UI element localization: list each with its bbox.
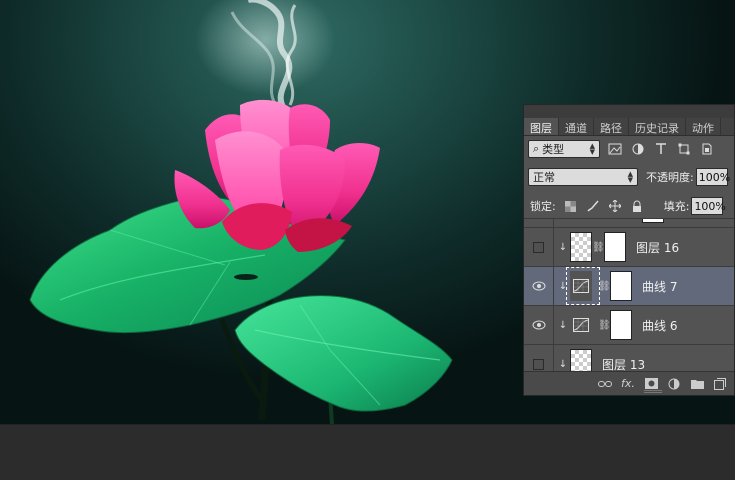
- lock-brush-icon[interactable]: [586, 199, 600, 213]
- layer-row[interactable]: ↓ ⛓ 图层 16: [524, 228, 734, 267]
- filter-kind-label: 类型: [542, 143, 565, 156]
- blend-row: 正常 ▲ ▼ 不透明度: 100%: [524, 166, 734, 188]
- visibility-toggle[interactable]: [524, 267, 554, 305]
- lock-row: 锁定: 填充: 100%: [524, 195, 734, 217]
- adjustment-icon[interactable]: [666, 377, 682, 391]
- dropdown-arrows-icon: ▲ ▼: [589, 142, 595, 156]
- layer-mask-thumbnail[interactable]: [610, 271, 632, 301]
- panel-footer: fx.: [524, 371, 734, 395]
- lock-transparent-icon[interactable]: [564, 199, 578, 213]
- layer-row-selected[interactable]: ↓ ⛓ 曲线 7: [524, 267, 734, 306]
- layer-name[interactable]: 曲线 6: [642, 317, 677, 334]
- layer-mask-thumbnail[interactable]: [604, 232, 626, 262]
- layers-list[interactable]: ↓ ⛓ 图层 16 ↓ ⛓ 曲线 7 ↓ ⛓ 曲线 6 ↓ 图层 13: [524, 218, 734, 371]
- curves-adjustment-icon: [566, 267, 600, 305]
- layer-row-partial[interactable]: [524, 219, 734, 228]
- blend-mode-value: 正常: [533, 171, 555, 184]
- lock-label: 锁定:: [530, 200, 556, 213]
- tab-actions[interactable]: 动作: [686, 118, 721, 135]
- visibility-toggle[interactable]: [524, 345, 554, 371]
- text-filter-icon[interactable]: [653, 142, 669, 156]
- layer-name[interactable]: 图层 13: [602, 356, 645, 372]
- layer-thumbnail: [570, 349, 592, 371]
- eye-icon: [532, 320, 545, 330]
- layer-filter-row: ⌕ 类型 ▲ ▼: [524, 138, 734, 160]
- selection-border: [566, 267, 600, 305]
- adjust-filter-icon[interactable]: [630, 142, 646, 156]
- blend-mode-dropdown[interactable]: 正常 ▲ ▼: [528, 168, 638, 186]
- search-icon: ⌕: [533, 142, 540, 155]
- tab-paths[interactable]: 路径: [594, 118, 629, 135]
- fill-label: 填充:: [663, 200, 690, 213]
- layer-name[interactable]: 图层 16: [636, 239, 679, 256]
- eye-icon: [532, 281, 545, 291]
- visibility-off-icon: [533, 241, 544, 253]
- mask-icon[interactable]: [643, 377, 659, 391]
- panel-tabs: 图层 通道 路径 历史记录 动作: [524, 118, 734, 136]
- lock-move-icon[interactable]: [608, 199, 622, 213]
- visibility-toggle[interactable]: [524, 306, 554, 344]
- tab-layers[interactable]: 图层: [524, 118, 559, 135]
- link-icon[interactable]: ⛓: [598, 320, 611, 331]
- lock-all-icon[interactable]: [630, 199, 644, 213]
- tab-channels[interactable]: 通道: [559, 118, 594, 135]
- layer-name[interactable]: 曲线 7: [642, 278, 677, 295]
- curves-adjustment-icon: [570, 310, 592, 340]
- smart-filter-icon[interactable]: [699, 142, 715, 156]
- layer-thumbnail: [642, 219, 664, 223]
- clipping-arrow-icon: ↓: [558, 358, 568, 370]
- panel-titlebar[interactable]: [524, 105, 734, 118]
- layer-thumbnail: [570, 232, 592, 262]
- new-layer-icon[interactable]: [712, 377, 728, 391]
- resize-grip[interactable]: [644, 390, 662, 393]
- image-filter-icon[interactable]: [607, 142, 623, 156]
- fill-field[interactable]: 100%: [691, 197, 726, 215]
- layer-mask-thumbnail[interactable]: [610, 310, 632, 340]
- dropdown-arrows-icon: ▲ ▼: [627, 170, 633, 184]
- tab-history[interactable]: 历史记录: [629, 118, 686, 135]
- layer-row[interactable]: ↓ ⛓ 曲线 6: [524, 306, 734, 345]
- fx-icon[interactable]: fx.: [620, 377, 636, 391]
- layer-row[interactable]: ↓ 图层 13: [524, 345, 734, 371]
- visibility-off-icon: [533, 358, 544, 370]
- link-icon[interactable]: [597, 377, 613, 391]
- status-bar: [0, 424, 735, 480]
- visibility-toggle[interactable]: [524, 228, 554, 266]
- link-icon[interactable]: ⛓: [592, 242, 605, 253]
- opacity-field[interactable]: 100%: [695, 168, 730, 186]
- filter-kind-dropdown[interactable]: ⌕ 类型 ▲ ▼: [528, 140, 600, 158]
- opacity-label: 不透明度:: [646, 171, 694, 184]
- layers-panel: 图层 通道 路径 历史记录 动作 ⌕ 类型 ▲ ▼ 正常 ▲ ▼ 不透明度: 1…: [523, 104, 735, 396]
- clipping-arrow-icon: ↓: [558, 319, 568, 331]
- folder-icon[interactable]: [689, 377, 705, 391]
- clipping-arrow-icon: ↓: [558, 241, 568, 253]
- shape-filter-icon[interactable]: [676, 142, 692, 156]
